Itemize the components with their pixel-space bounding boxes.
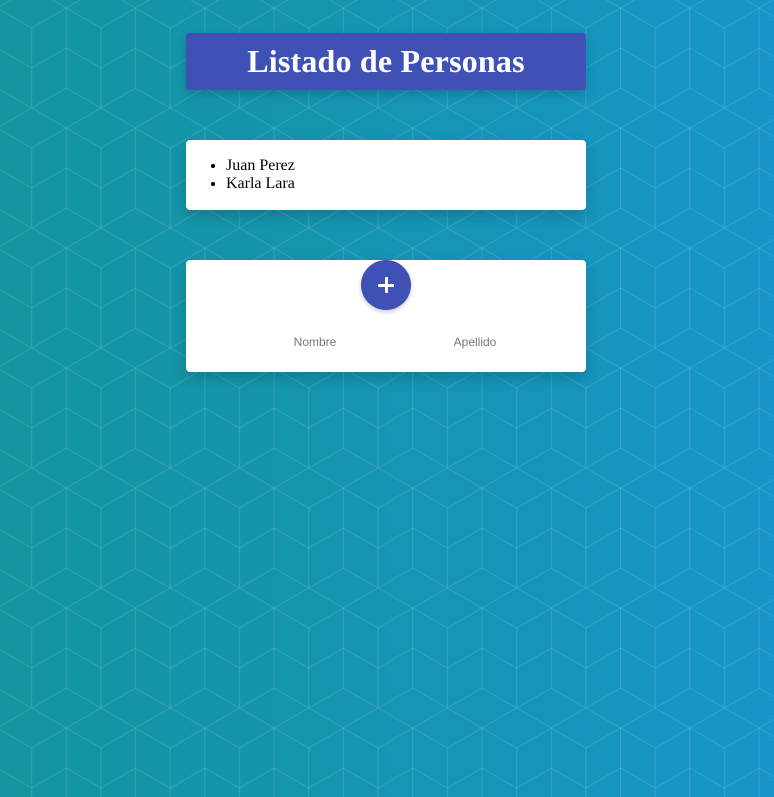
plus-icon [378, 277, 394, 293]
add-persona-form [186, 260, 586, 372]
add-persona-button[interactable] [361, 260, 411, 310]
list-item: Karla Lara [226, 175, 586, 193]
personas-list: Juan Perez Karla Lara [186, 140, 586, 193]
background-pattern [0, 0, 774, 797]
list-item: Juan Perez [226, 157, 586, 175]
page-title: Listado de Personas [247, 43, 525, 79]
personas-list-card: Juan Perez Karla Lara [186, 140, 586, 210]
apellido-input[interactable] [405, 332, 545, 352]
nombre-input[interactable] [245, 332, 385, 352]
page-header: Listado de Personas [186, 33, 586, 90]
